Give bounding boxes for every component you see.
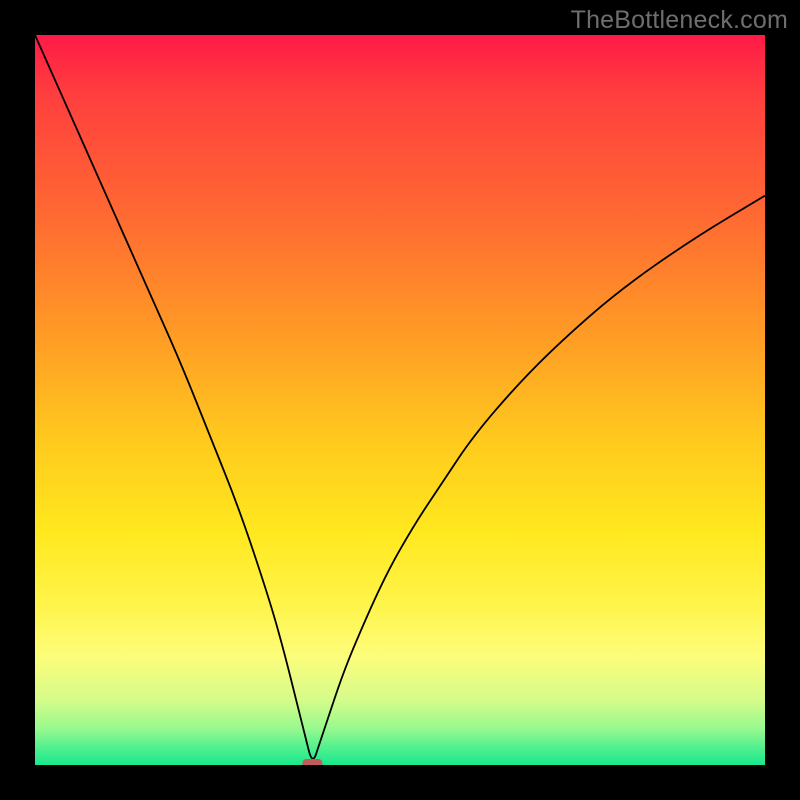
curve-layer [35, 35, 765, 765]
bottleneck-curve [35, 35, 765, 759]
chart-frame: TheBottleneck.com [0, 0, 800, 800]
plot-area [35, 35, 765, 765]
minimum-marker [302, 759, 322, 765]
watermark-text: TheBottleneck.com [571, 6, 788, 35]
